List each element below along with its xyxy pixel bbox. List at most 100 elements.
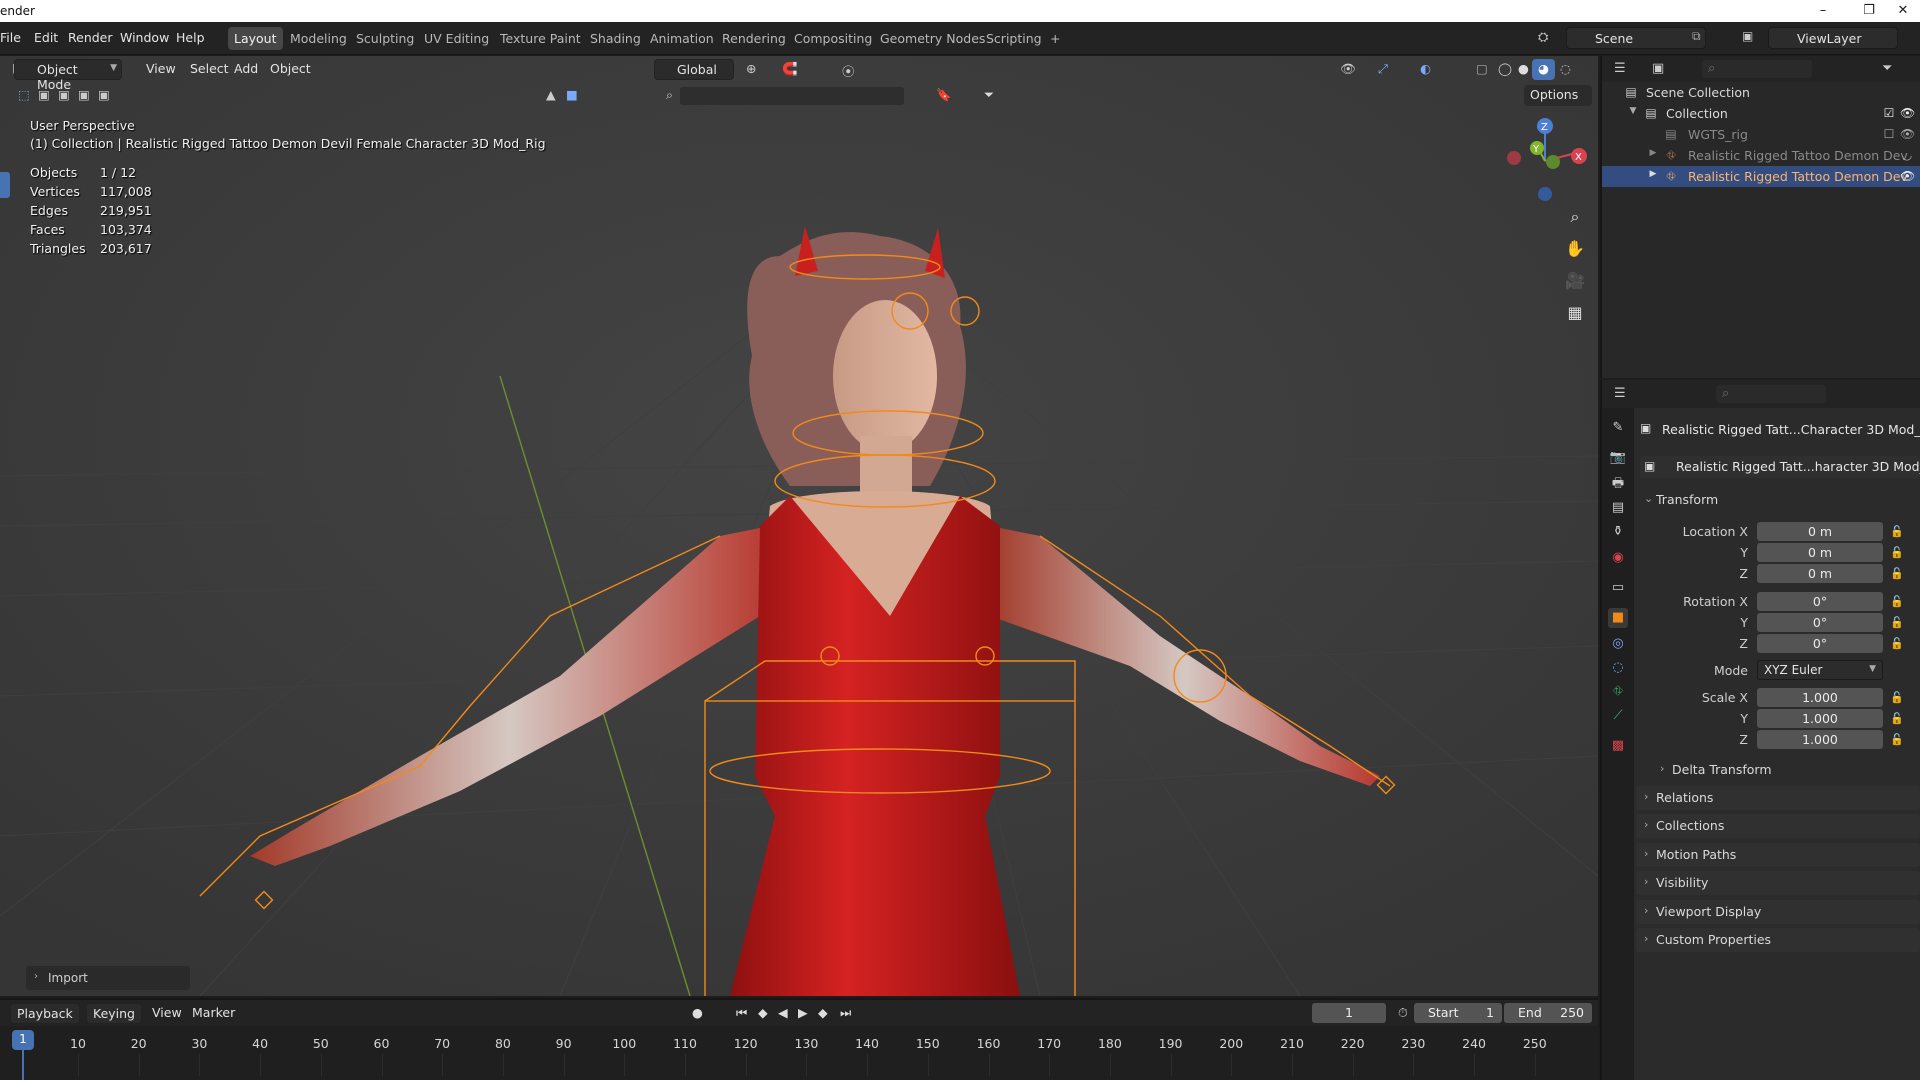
viewport-canvas[interactable] [0,56,1598,996]
xray-icon[interactable]: ▢ [1470,59,1494,80]
collections-panel-header[interactable]: › Collections [1636,814,1920,838]
timeline[interactable]: Playback Keying View Marker ● ⏮ ◆ ◀ ▶ ◆ … [0,998,1598,1080]
lock-icon[interactable]: 🔓 [1890,733,1904,747]
proportional-edit-icon[interactable]: ⦿ [836,59,861,80]
options-dropdown[interactable]: Options [1524,85,1592,106]
view-layer-icon[interactable]: ▣ [1742,29,1753,43]
scale-y-field[interactable]: 1.000 [1757,709,1883,728]
jump-end-icon[interactable]: ⏭ [834,1003,857,1024]
bone-tab-icon[interactable]: ⟋ [1608,706,1628,726]
tab-geometry-nodes[interactable]: Geometry Nodes [874,27,991,50]
scale-z-field[interactable]: 1.000 [1757,730,1883,749]
tab-animation[interactable]: Animation [644,27,720,50]
jump-keyframe-back-icon[interactable]: ◆ [752,1003,774,1024]
viewport-display-panel-header[interactable]: › Viewport Display [1636,900,1920,924]
chevron-down-icon[interactable]: ▼ [1626,106,1640,120]
rotation-x-field[interactable]: 0° [1757,592,1883,611]
world-tab-icon[interactable]: ◉ [1608,548,1628,568]
tab-layout[interactable]: Layout [228,27,283,50]
location-y-field[interactable]: 0 m [1757,543,1883,562]
properties-editor-icon[interactable]: ☰ [1614,386,1626,401]
viewport-search-input[interactable] [680,87,904,105]
lock-icon[interactable]: 🔓 [1890,712,1904,726]
menu-object[interactable]: Object [264,59,317,80]
outliner-filter-icon[interactable]: ⏷ [1882,61,1892,76]
material-shading-icon[interactable]: ◕ [1532,59,1555,80]
rotation-mode-dropdown[interactable]: XYZ Euler ▼ [1757,660,1883,680]
lock-icon[interactable]: 🔓 [1890,616,1904,630]
tab-uv-editing[interactable]: UV Editing [418,27,495,50]
scale-x-field[interactable]: 1.000 [1757,688,1883,707]
eye-icon[interactable]: 👁 [1900,106,1915,120]
ortho-grid-icon[interactable]: ▦ [1562,300,1588,326]
playback-dropdown[interactable]: Playback [10,1003,80,1024]
object-tab-icon[interactable]: ■ [1608,608,1628,628]
object-name-row[interactable]: ▣ Realistic Rigged Tatt...Character 3D M… [1640,420,1920,440]
menu-edit[interactable]: Edit [34,30,58,45]
outliner-editor-icon[interactable]: ☰ [1614,61,1626,76]
snap-icon[interactable]: 🧲 [776,59,804,80]
tool-tab-icon[interactable]: ✎ [1608,418,1628,438]
active-tool-button[interactable] [0,172,10,198]
visibility-panel-header[interactable]: › Visibility [1636,871,1920,895]
physics-tab-icon[interactable]: ◌ [1608,658,1628,678]
checkbox-icon[interactable]: ☐ [1882,127,1896,141]
add-workspace-button[interactable]: + [1044,27,1066,50]
location-x-field[interactable]: 0 m [1757,522,1883,541]
gizmo-icon[interactable]: ⤢ [1372,59,1394,80]
eye-closed-icon[interactable]: ◡ [1900,148,1914,162]
camera-view-icon[interactable]: 🎥 [1562,268,1588,294]
rotation-z-field[interactable]: 0° [1757,634,1883,653]
outliner-search-input[interactable] [1702,60,1812,78]
filter-icon[interactable]: ⏷ [978,85,1000,106]
current-frame-field[interactable]: 1 [1312,1003,1386,1023]
outliner-row-armature-1[interactable]: ▶ ⛗ Realistic Rigged Tattoo Demon Dev ◡ [1602,145,1920,166]
timeline-menu-view[interactable]: View [146,1003,188,1024]
output-tab-icon[interactable]: 🖶 [1608,474,1628,494]
tab-compositing[interactable]: Compositing [788,27,878,50]
scene-new-icon[interactable]: ⧉ [1692,29,1701,44]
tab-scripting[interactable]: Scripting [980,27,1048,50]
tab-sculpting[interactable]: Sculpting [350,27,420,50]
visibility-icon[interactable]: 👁 [1334,59,1362,80]
tab-texture-paint[interactable]: Texture Paint [494,27,587,50]
tab-rendering[interactable]: Rendering [716,27,792,50]
jump-keyframe-forward-icon[interactable]: ◆ [812,1003,834,1024]
timeline-menu-marker[interactable]: Marker [186,1003,241,1024]
play-reverse-icon[interactable]: ◀ [772,1003,794,1024]
transform-panel-header[interactable]: ⌄ Transform [1636,488,1920,512]
close-icon[interactable]: ✕ [1880,0,1920,22]
playhead-line[interactable] [22,1050,24,1080]
object-data-tab-icon[interactable]: ⛗ [1608,682,1628,702]
record-icon[interactable]: ● [686,1003,709,1024]
view-layer-tab-icon[interactable]: ▤ [1608,498,1628,518]
view-layer-selector[interactable]: ViewLayer [1768,27,1898,49]
tab-modeling[interactable]: Modeling [284,27,353,50]
outliner-row-wgts-rig[interactable]: ▤ WGTS_rig ☐ 👁 [1602,124,1920,145]
select-intersect-icon[interactable]: ▣ [92,85,116,106]
relations-panel-header[interactable]: › Relations [1636,786,1920,810]
start-frame-field[interactable]: Start 1 [1414,1003,1502,1023]
bookmark-icon[interactable]: 🔖 [930,85,958,106]
mode-dropdown[interactable]: Object Mode ▼ [14,59,122,92]
menu-file[interactable]: File [0,30,21,45]
render-tab-icon[interactable]: 📷 [1608,448,1628,468]
checkbox-icon[interactable]: ☑ [1882,106,1896,120]
scene-tab-icon[interactable]: ⚱ [1608,522,1628,542]
transform-orientation-dropdown[interactable]: Global [654,59,734,80]
lock-icon[interactable]: 🔓 [1890,637,1904,651]
menu-select[interactable]: Select [184,59,235,80]
filter-mesh-icon[interactable]: ▲ [540,85,562,106]
eye-icon[interactable]: 👁 [1900,127,1915,141]
lock-icon[interactable]: 🔓 [1890,567,1904,581]
pivot-icon[interactable]: ⊕ [740,59,762,80]
import-operator-panel[interactable]: › Import [26,966,190,990]
pan-hand-icon[interactable]: ✋ [1562,236,1588,262]
tab-shading[interactable]: Shading [584,27,647,50]
collection-tab-icon[interactable]: ▭ [1608,578,1628,598]
outliner-row-scene-collection[interactable]: ▤ Scene Collection [1602,82,1920,103]
location-z-field[interactable]: 0 m [1757,564,1883,583]
jump-start-icon[interactable]: ⏮ [730,1003,753,1024]
overlay-icon[interactable]: ◐ [1414,59,1437,80]
clock-icon[interactable]: ⏱ [1392,1003,1414,1024]
